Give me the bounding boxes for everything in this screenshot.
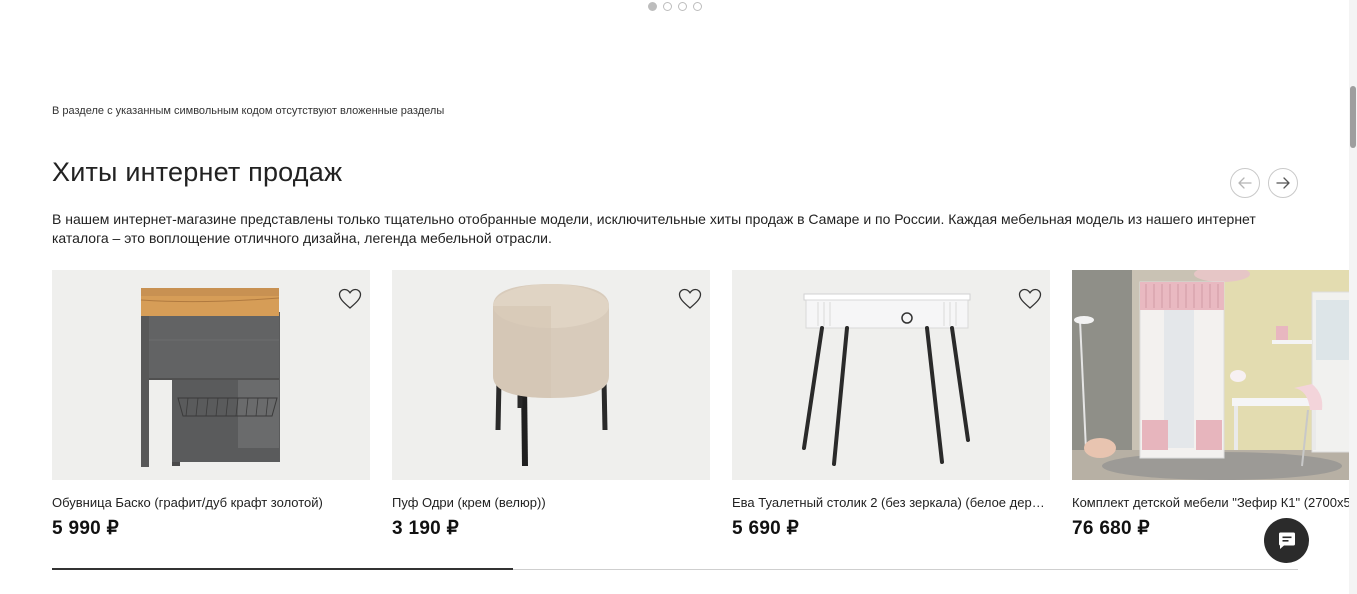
product-price: 5 690 ₽ [732, 518, 800, 539]
product-image[interactable] [732, 270, 1050, 480]
carousel-prev-button[interactable] [1230, 168, 1260, 198]
product-name[interactable]: Комплект детской мебели "Зефир К1" (2700… [1072, 495, 1357, 510]
slider-pagination [648, 2, 702, 11]
dressing-table-image [802, 293, 971, 466]
carousel-progress-fill [52, 568, 514, 570]
arrow-right-icon [1276, 177, 1290, 189]
heart-icon[interactable] [678, 288, 702, 310]
product-carousel: Обувница Баско (графит/дуб крафт золотой… [52, 270, 1357, 540]
scrollbar-thumb[interactable] [1350, 86, 1356, 148]
slider-dot[interactable] [693, 2, 702, 11]
slider-dot[interactable] [648, 2, 657, 11]
pouf-image [493, 284, 609, 467]
product-image[interactable] [392, 270, 710, 480]
carousel-next-button[interactable] [1268, 168, 1298, 198]
product-card[interactable]: Пуф Одри (крем (велюр)) 3 190 ₽ [392, 270, 710, 540]
product-card[interactable]: Ева Туалетный столик 2 (без зеркала) (бе… [732, 270, 1050, 540]
slider-dot[interactable] [663, 2, 672, 11]
product-price: 3 190 ₽ [392, 518, 460, 539]
section-title: Хиты интернет продаж [52, 157, 343, 187]
shoe-cabinet-image [140, 288, 280, 467]
slider-dot[interactable] [678, 2, 687, 11]
product-name[interactable]: Ева Туалетный столик 2 (без зеркала) (бе… [732, 495, 1048, 510]
section-notice: В разделе с указанным символьным кодом о… [52, 105, 445, 117]
heart-icon[interactable] [1018, 288, 1042, 310]
kids-room-image [1072, 270, 1357, 480]
product-price: 5 990 ₽ [52, 518, 120, 539]
arrow-left-icon [1238, 177, 1252, 189]
product-card[interactable]: Обувница Баско (графит/дуб крафт золотой… [52, 270, 370, 540]
product-card[interactable]: Комплект детской мебели "Зефир К1" (2700… [1072, 270, 1357, 540]
product-name[interactable]: Обувница Баско (графит/дуб крафт золотой… [52, 495, 368, 510]
product-image[interactable] [52, 270, 370, 480]
product-image[interactable] [1072, 270, 1357, 480]
product-price: 76 680 ₽ [1072, 518, 1150, 539]
page-scrollbar[interactable] [1349, 0, 1357, 594]
carousel-arrows [1230, 168, 1298, 198]
section-description: В нашем интернет-магазине представлены т… [52, 211, 1256, 246]
product-name[interactable]: Пуф Одри (крем (велюр)) [392, 495, 708, 510]
chat-button[interactable] [1264, 518, 1309, 563]
carousel-progress-track[interactable] [52, 568, 1298, 570]
heart-icon[interactable] [338, 288, 362, 310]
chat-icon [1278, 532, 1295, 549]
